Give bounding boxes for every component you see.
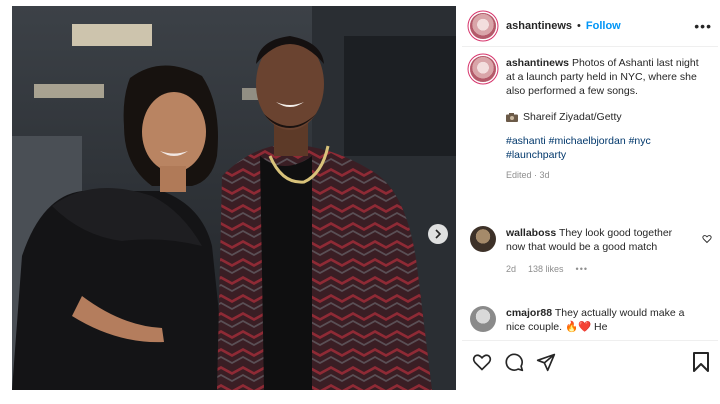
post-photo[interactable] (12, 6, 456, 390)
commenter-avatar[interactable] (470, 226, 496, 252)
commenter-avatar[interactable] (470, 306, 496, 332)
comment-username[interactable]: wallaboss (506, 227, 556, 239)
more-options-icon[interactable]: ••• (694, 18, 712, 34)
caption-edited-time: Edited · 3d (506, 170, 550, 180)
share-icon[interactable] (536, 352, 556, 372)
bookmark-icon[interactable] (692, 352, 710, 372)
instagram-post: ashantinews • Follow ••• ashantinews Pho… (12, 6, 718, 396)
follow-button[interactable]: Follow (586, 20, 621, 32)
caption-hashtags[interactable]: #ashanti #michaelbjordan #nyc #launchpar… (506, 134, 702, 162)
comment-item: wallaboss They look good together now th… (470, 226, 718, 276)
photo-illustration (12, 6, 456, 390)
comment-body: wallaboss They look good together now th… (506, 226, 692, 276)
comment-body: cmajor88 They actually would make a nice… (506, 306, 692, 334)
comment-age: 2d (506, 264, 517, 274)
camera-icon (506, 112, 518, 122)
caption-avatar[interactable] (470, 56, 496, 82)
header-separator: • (577, 20, 581, 32)
author-avatar[interactable] (470, 13, 496, 39)
comment-meta: 2d 138 likes ••• (506, 262, 692, 276)
comment-item: cmajor88 They actually would make a nice… (470, 306, 718, 334)
author-username[interactable]: ashantinews (506, 20, 572, 32)
comment-icon[interactable] (504, 352, 524, 372)
post-actions (462, 342, 718, 382)
photo-credit: Shareif Ziyadat/Getty (506, 110, 702, 124)
photo-credit-text: Shareif Ziyadat/Getty (523, 111, 622, 123)
comment-like-icon[interactable] (702, 234, 712, 244)
comment-username[interactable]: cmajor88 (506, 307, 552, 319)
post-side-panel: ashantinews • Follow ••• ashantinews Pho… (462, 6, 718, 390)
comment-likes[interactable]: 138 likes (528, 262, 564, 276)
comment-more-icon[interactable]: ••• (576, 262, 588, 276)
heart-icon[interactable] (472, 352, 492, 372)
header-divider (462, 46, 718, 47)
post-header: ashantinews • Follow ••• (462, 6, 718, 46)
chevron-right-icon (435, 229, 442, 239)
caption: ashantinews Photos of Ashanti last night… (470, 56, 710, 182)
actions-divider (462, 340, 718, 341)
carousel-next-button[interactable] (428, 224, 448, 244)
caption-username[interactable]: ashantinews (506, 57, 569, 69)
caption-content: ashantinews Photos of Ashanti last night… (506, 56, 702, 182)
